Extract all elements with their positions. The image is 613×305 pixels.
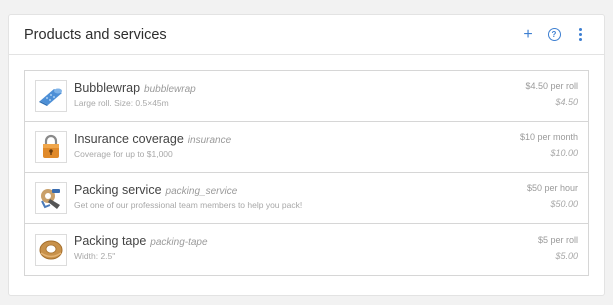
item-name-line: Insurance coverage insurance xyxy=(74,132,520,146)
item-slug: bubblewrap xyxy=(144,83,196,95)
item-description: Width: 2.5" xyxy=(74,251,116,261)
item-name-line: Packing service packing_service xyxy=(74,183,527,197)
more-vertical-icon[interactable] xyxy=(572,27,588,43)
item-name: Bubblewrap xyxy=(74,80,141,95)
list-item[interactable]: Packing tape packing-tape Width: 2.5" $5 … xyxy=(25,224,588,275)
bubblewrap-icon xyxy=(35,80,67,112)
item-description: Large roll. Size: 0.5×45m xyxy=(74,97,169,108)
list-item[interactable]: Insurance coverage insurance Coverage for… xyxy=(25,122,588,173)
item-price-main: $50 per hour xyxy=(526,183,578,193)
item-price: $50 per hour $50.00 xyxy=(527,183,578,209)
item-name-line: Bubblewrap bubblewrap xyxy=(74,81,525,95)
tape-roll-icon xyxy=(35,233,67,266)
item-price-main: $10 per month xyxy=(519,132,578,142)
item-price-total: $10.00 xyxy=(550,148,578,158)
list-item[interactable]: Packing service packing_service Get one o… xyxy=(25,173,588,224)
item-price-total: $4.50 xyxy=(555,97,578,107)
item-slug: packing_service xyxy=(165,185,238,197)
plus-icon[interactable]: + xyxy=(520,26,536,43)
item-name-line: Packing tape packing-tape xyxy=(74,234,538,248)
item-price-total: $5.00 xyxy=(555,250,578,261)
item-info: Packing service packing_service Get one o… xyxy=(74,183,527,210)
item-price-main: $5 per roll xyxy=(537,234,578,245)
item-name: Insurance coverage xyxy=(74,131,184,146)
item-description: Get one of our professional team members… xyxy=(74,199,303,210)
item-price-total: $50.00 xyxy=(550,199,578,209)
item-info: Insurance coverage insurance Coverage for… xyxy=(74,132,520,159)
item-slug: insurance xyxy=(187,134,232,146)
card-header: Products and services + ? xyxy=(9,15,604,55)
item-info: Packing tape packing-tape Width: 2.5" xyxy=(74,234,538,261)
item-description: Coverage for up to $1,000 xyxy=(74,148,173,159)
item-price: $10 per month $10.00 xyxy=(520,132,578,158)
page-title: Products and services xyxy=(24,26,167,43)
item-price-main: $4.50 per roll xyxy=(525,81,578,91)
tape-dispenser-icon xyxy=(35,182,67,214)
item-name: Packing service xyxy=(74,182,162,197)
products-card: Products and services + ? Bubblewrap bub… xyxy=(8,14,605,296)
help-circle-icon[interactable]: ? xyxy=(546,27,562,43)
item-slug: packing-tape xyxy=(150,237,208,248)
item-price: $4.50 per roll $4.50 xyxy=(525,81,578,107)
item-price: $5 per roll $5.00 xyxy=(538,235,578,261)
list-item[interactable]: Bubblewrap bubblewrap Large roll. Size: 0… xyxy=(25,71,588,122)
item-name: Packing tape xyxy=(74,234,147,248)
item-info: Bubblewrap bubblewrap Large roll. Size: 0… xyxy=(74,81,525,108)
padlock-icon xyxy=(35,131,67,163)
products-list: Bubblewrap bubblewrap Large roll. Size: 0… xyxy=(24,70,589,276)
